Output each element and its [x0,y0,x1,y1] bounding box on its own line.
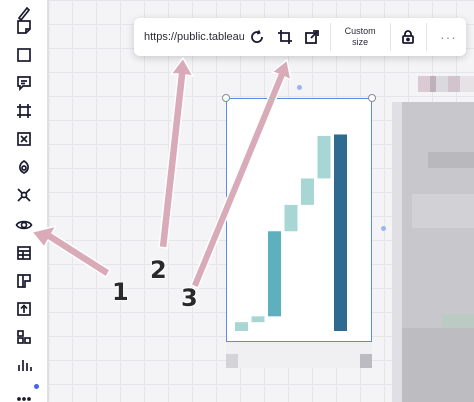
arrow-1 [31,225,111,278]
arrow-2 [158,57,194,249]
annotation-label-3: 3 [181,284,198,312]
annotation-label-2: 2 [150,256,167,284]
arrow-3 [190,59,292,289]
annotation-label-1: 1 [112,278,129,306]
annotation-arrows [31,57,292,289]
